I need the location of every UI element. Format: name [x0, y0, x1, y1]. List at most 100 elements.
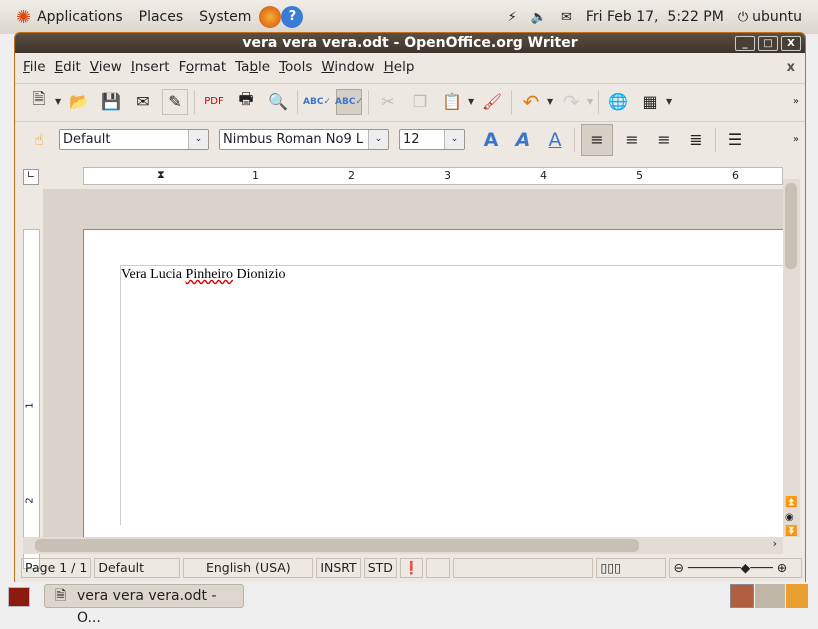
page-indicator[interactable]: Page 1 / 1	[21, 558, 92, 578]
minimize-button[interactable]: _	[735, 36, 755, 51]
separator	[715, 127, 716, 152]
tab-stop-type-button[interactable]: ∟	[23, 169, 39, 185]
menu-applications[interactable]: Applications	[37, 9, 123, 25]
paragraph-style-select[interactable]: Default ⌄	[59, 129, 209, 150]
misspelled-word[interactable]: Pinheiro	[186, 267, 233, 282]
email-icon[interactable]: ✉	[130, 89, 156, 115]
ruler-mark: 1	[252, 169, 259, 182]
numbering-icon[interactable]: ☰	[722, 127, 748, 153]
document-icon: 🗎	[55, 588, 67, 604]
document-modified-icon[interactable]: ❗	[399, 558, 424, 578]
firefox-icon[interactable]	[259, 6, 282, 28]
save-icon[interactable]: 💾	[98, 89, 124, 115]
print-icon[interactable]: 🖶	[233, 89, 259, 115]
workspace-switcher[interactable]	[730, 584, 754, 608]
scroll-thumb[interactable]	[785, 183, 797, 269]
align-center-icon[interactable]: ≡	[619, 127, 645, 153]
separator	[194, 89, 195, 114]
standard-toolbar: 🗎 ▼ 📂 💾 ✉ ✎ PDF 🖶 🔍 ABC✓ ABC✓ ✂ ❐ 📋 ▼ 🖌 ↶ ▼…	[15, 83, 805, 119]
undo-icon[interactable]: ↶	[518, 89, 544, 115]
open-icon[interactable]: 📂	[66, 89, 92, 115]
volume-icon[interactable]: 🔈	[531, 10, 547, 25]
page-style[interactable]: Default	[94, 558, 181, 578]
horizontal-scrollbar[interactable]: ›	[23, 537, 783, 554]
font-size-select[interactable]: 12 ⌄	[399, 129, 465, 150]
cut-icon[interactable]: ✂	[375, 89, 401, 115]
redo-icon[interactable]: ↷	[558, 89, 584, 115]
menu-format[interactable]: Format	[179, 59, 227, 75]
bold-icon[interactable]: A	[478, 127, 504, 153]
user-menu[interactable]: ubuntu	[752, 9, 802, 25]
justify-icon[interactable]: ≣	[683, 127, 709, 153]
close-document-button[interactable]: x	[787, 60, 795, 75]
close-button[interactable]: X	[781, 36, 801, 51]
mail-icon[interactable]: ✉	[561, 10, 572, 25]
taskbar-window-button[interactable]: 🗎 vera vera vera.odt - O...	[44, 584, 244, 626]
insert-mode[interactable]: INSRT	[316, 558, 361, 578]
italic-icon[interactable]: A	[510, 127, 536, 153]
paste-icon[interactable]: 📋	[439, 89, 465, 115]
horizontal-ruler[interactable]: ⧗ 1 2 3 4 5 6	[83, 167, 783, 185]
toolbar-overflow-icon[interactable]: »	[793, 134, 799, 145]
menu-edit[interactable]: Edit	[55, 59, 81, 75]
new-document-icon[interactable]: 🗎	[26, 89, 52, 115]
autospellcheck-icon[interactable]: ABC✓	[335, 88, 363, 115]
toolbar-overflow-icon[interactable]: »	[793, 96, 799, 107]
view-layout-icons[interactable]: ▯▯▯	[596, 558, 667, 578]
spellcheck-icon[interactable]: ABC✓	[303, 89, 331, 115]
menu-window[interactable]: Window	[321, 59, 374, 75]
indent-marker-icon[interactable]: ⧗	[157, 168, 165, 182]
menu-table[interactable]: Table	[235, 59, 270, 75]
scroll-right-icon[interactable]: ›	[773, 537, 777, 550]
table-icon[interactable]: ▦	[637, 89, 663, 115]
menu-help[interactable]: Help	[384, 59, 415, 75]
ubuntu-logo-icon[interactable]: ✺	[16, 7, 31, 28]
copy-icon[interactable]: ❐	[407, 89, 433, 115]
font-name-select[interactable]: Nimbus Roman No9 L ⌄	[219, 129, 389, 150]
styles-formatting-icon[interactable]: ☝	[26, 127, 52, 153]
menu-tools[interactable]: Tools	[279, 59, 312, 75]
document-text[interactable]: Vera Lucia Pinheiro Dionizio	[121, 267, 285, 283]
clock[interactable]: Fri Feb 17, 5:22 PM	[586, 9, 724, 25]
menu-file[interactable]: File	[23, 59, 46, 75]
export-pdf-icon[interactable]: PDF	[201, 89, 227, 115]
vertical-scrollbar[interactable]: ⏫ ◉ ⏬	[783, 179, 800, 537]
undo-dropdown-icon[interactable]: ▼	[547, 97, 555, 106]
ruler-mark: 2	[24, 497, 36, 504]
show-desktop-icon[interactable]	[8, 587, 30, 607]
underline-icon[interactable]: A	[542, 127, 568, 153]
vertical-ruler[interactable]: 1 2	[23, 229, 40, 569]
separator	[511, 89, 512, 114]
selection-mode[interactable]: STD	[363, 558, 397, 578]
language[interactable]: English (USA)	[183, 558, 314, 578]
network-icon[interactable]: ⚡	[508, 10, 517, 25]
maximize-button[interactable]: □	[758, 36, 778, 51]
redo-dropdown-icon[interactable]: ▼	[587, 97, 595, 106]
power-icon[interactable]: ⏻	[738, 10, 748, 25]
hyperlink-icon[interactable]: 🌐	[605, 89, 631, 115]
chevron-down-icon: ⌄	[368, 130, 388, 149]
format-paintbrush-icon[interactable]: 🖌	[479, 89, 505, 115]
signature-field[interactable]	[426, 558, 451, 578]
workspace-switcher-2[interactable]	[755, 584, 785, 608]
table-dropdown-icon[interactable]: ▼	[666, 97, 674, 106]
paste-dropdown-icon[interactable]: ▼	[468, 97, 476, 106]
navigator-icon[interactable]: ◉	[785, 512, 794, 523]
edit-file-icon[interactable]: ✎	[162, 88, 188, 115]
menu-places[interactable]: Places	[139, 9, 184, 25]
new-dropdown-icon[interactable]: ▼	[55, 97, 63, 106]
align-left-icon[interactable]: ≡	[581, 123, 613, 156]
menu-insert[interactable]: Insert	[131, 59, 170, 75]
document-area[interactable]: Vera Lucia Pinheiro Dionizio	[43, 189, 783, 537]
help-icon[interactable]: ?	[281, 6, 304, 28]
ruler-mark: 5	[636, 169, 643, 182]
align-right-icon[interactable]: ≡	[651, 127, 677, 153]
menu-view[interactable]: View	[90, 59, 122, 75]
page-up-icon[interactable]: ⏫	[785, 497, 797, 508]
scroll-thumb[interactable]	[35, 539, 639, 552]
page-down-icon[interactable]: ⏬	[785, 526, 797, 537]
zoom-slider[interactable]: ⊖ ───────◆─── ⊕	[669, 558, 802, 578]
menu-system[interactable]: System	[199, 9, 251, 25]
print-preview-icon[interactable]: 🔍	[265, 89, 291, 115]
trash-icon[interactable]	[786, 584, 808, 608]
